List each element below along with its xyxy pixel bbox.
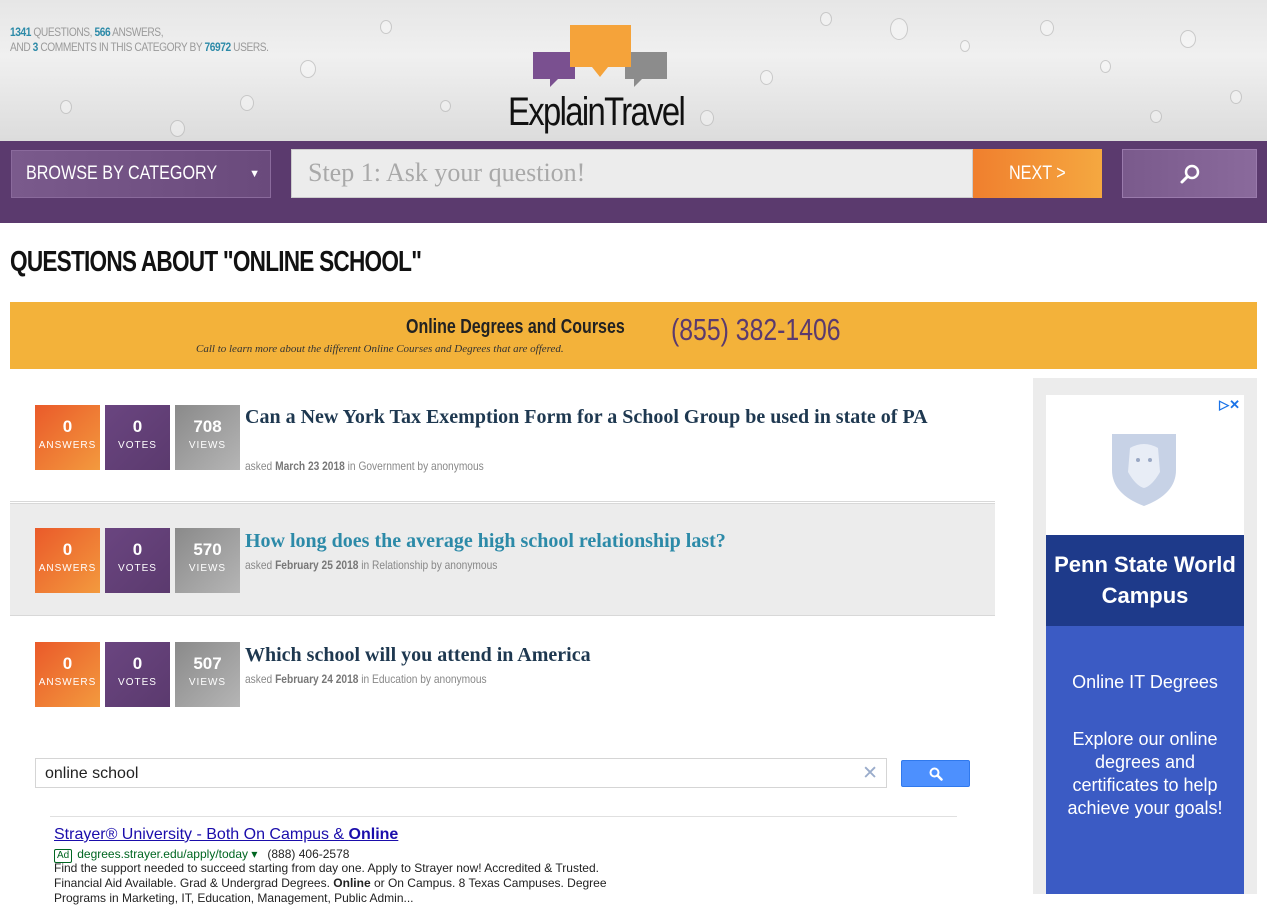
views-count-box: 507 VIEWS [175,642,240,707]
site-logo-text[interactable]: ExplainTravel [508,90,686,135]
ad-divider [50,816,957,817]
views-count-box: 570 VIEWS [175,528,240,593]
answers-count-box: 0 ANSWERS [35,528,100,593]
phone-banner[interactable]: Online Degrees and Courses Call to learn… [10,302,1257,369]
question-meta: asked March 23 2018 in Government by ano… [245,459,484,473]
custom-search-input[interactable]: online school ✕ [35,758,887,788]
category-link[interactable]: Relationship [372,558,428,572]
raindrop [1230,90,1242,104]
ad-line-1: Online IT Degrees [1072,672,1218,692]
question-meta: asked February 24 2018 in Education by a… [245,672,487,686]
adchoices-icon[interactable]: ▷✕ [1219,397,1240,413]
raindrop [170,120,185,137]
votes-count-box: 0 VOTES [105,642,170,707]
answers-count-box: 0 ANSWERS [35,405,100,470]
ask-placeholder: Step 1: Ask your question! [308,158,586,187]
raindrop [1100,60,1111,73]
category-stats: 1341 QUESTIONS, 566 ANSWERS, AND 3 COMME… [10,25,269,54]
question-title-link[interactable]: Can a New York Tax Exemption Form for a … [245,405,985,429]
chevron-down-icon[interactable]: ▾ [251,847,257,861]
banner-phone[interactable]: (855) 382-1406 [671,312,841,348]
answers-count: 566 [94,25,111,39]
banner-subtitle: Call to learn more about the different O… [196,343,564,355]
search-value: online school [45,765,139,782]
category-link[interactable]: Education [372,672,417,686]
caret-down-icon: ▼ [249,168,260,180]
views-count-box: 708 VIEWS [175,405,240,470]
raindrop [60,100,72,114]
raindrop [240,95,254,111]
lion-shield-icon [1112,434,1176,506]
display-ad[interactable]: ▷✕ Penn State World Campus Online IT Deg… [1046,395,1244,894]
raindrop [380,20,392,34]
raindrop [960,40,970,52]
raindrop [820,12,832,26]
votes-count-box: 0 VOTES [105,405,170,470]
ad-title-link[interactable]: Strayer® University - Both On Campus & O… [54,826,398,844]
ask-question-input[interactable]: Step 1: Ask your question! [291,149,973,198]
ad-phone[interactable]: (888) 406-2578 [267,847,349,861]
search-icon [1180,164,1199,184]
questions-count: 1341 [10,25,31,39]
question-title-link[interactable]: How long does the average high school re… [245,529,985,553]
raindrop [890,18,908,40]
browse-by-category-dropdown[interactable]: BROWSE BY CATEGORY ▼ [11,150,271,198]
votes-count-box: 0 VOTES [105,528,170,593]
raindrop [440,100,451,112]
raindrop [1180,30,1196,48]
raindrop [1040,20,1054,36]
question-meta: asked February 25 2018 in Relationship b… [245,558,498,572]
search-icon [929,767,943,781]
custom-search-button[interactable] [901,760,970,787]
question-row: 0 ANSWERS 0 VOTES 708 VIEWS Can a New Yo… [10,380,995,502]
search-button[interactable] [1122,149,1257,198]
page-title: QUESTIONS ABOUT "ONLINE SCHOOL" [10,246,422,278]
ad-description: Find the support needed to succeed start… [54,861,607,905]
question-row: 0 ANSWERS 0 VOTES 570 VIEWS How long doe… [10,503,995,616]
clear-icon[interactable]: ✕ [862,762,878,785]
comments-count: 3 [32,40,39,54]
question-row: 0 ANSWERS 0 VOTES 507 VIEWS Which school… [10,617,995,727]
browse-label: BROWSE BY CATEGORY [26,163,218,184]
users-count: 76972 [204,40,232,54]
raindrop [1150,110,1162,123]
next-button[interactable]: NEXT > [973,149,1102,198]
raindrop [700,110,714,126]
banner-title: Online Degrees and Courses [406,316,625,338]
answers-count-box: 0 ANSWERS [35,642,100,707]
raindrop [300,60,316,78]
ad-line-2: Explore our online degrees and certifica… [1067,729,1223,818]
header: 1341 QUESTIONS, 566 ANSWERS, AND 3 COMME… [0,0,1267,141]
question-title-link[interactable]: Which school will you attend in America [245,643,985,667]
ad-body[interactable]: Online IT Degrees Explore our online deg… [1046,626,1244,894]
raindrop [760,70,773,85]
ad-brand-name[interactable]: Penn State World Campus [1046,535,1244,626]
category-link[interactable]: Government [358,459,414,473]
